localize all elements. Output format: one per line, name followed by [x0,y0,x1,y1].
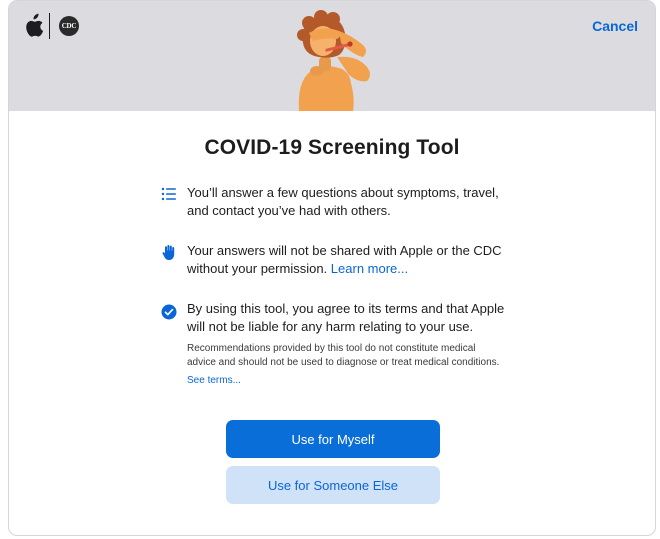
checkmark-circle-icon [161,304,177,320]
fine-print: Recommendations provided by this tool do… [187,343,500,368]
see-terms-link[interactable]: See terms... [187,375,241,386]
use-for-someone-else-button[interactable]: Use for Someone Else [226,466,440,504]
page-title: COVID-19 Screening Tool [204,136,460,159]
info-item-questions: You’ll answer a few questions about symp… [161,184,511,220]
info-item-privacy: Your answers will not be shared with App… [161,242,511,278]
list-icon [161,187,176,201]
info-item-text: By using this tool, you agree to its ter… [187,301,505,334]
dialog-header: CDC Cancel [9,1,655,111]
apple-logo-icon [26,13,44,37]
hand-icon [162,245,175,260]
info-item-text: You’ll answer a few questions about symp… [187,185,499,218]
cancel-button[interactable]: Cancel [592,18,638,34]
info-item-terms: By using this tool, you agree to its ter… [161,300,511,388]
person-with-thermometer-illustration [297,10,370,111]
use-for-myself-button[interactable]: Use for Myself [226,420,440,458]
screening-dialog: CDC Cancel COVID-19 Screening Tool You’l… [8,0,656,536]
logo-divider [49,13,50,39]
cdc-logo: CDC [59,16,79,36]
learn-more-link[interactable]: Learn more... [331,261,408,276]
